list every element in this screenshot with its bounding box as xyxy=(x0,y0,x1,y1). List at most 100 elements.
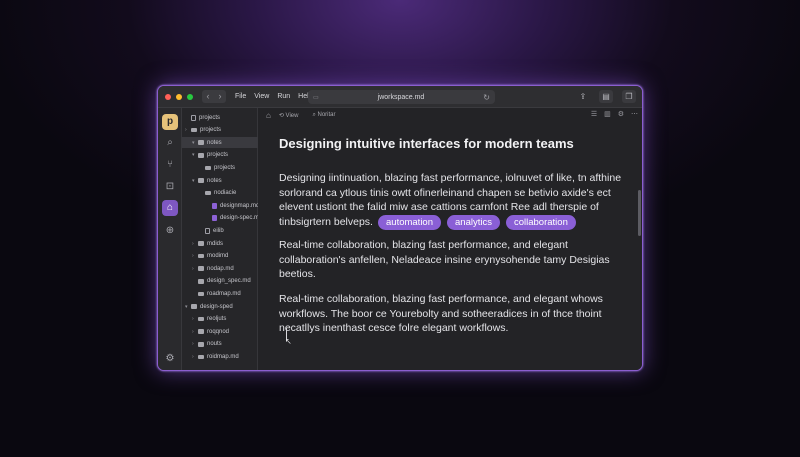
tag-list: automation analytics collaboration xyxy=(378,215,576,230)
file-tree-label: mdids xyxy=(207,240,224,247)
file-tree-item[interactable]: nodiacie xyxy=(182,188,236,199)
file-tree-item[interactable]: › roidmap.md xyxy=(182,351,239,362)
file-tree-label: projects xyxy=(207,152,229,159)
file-tree-item[interactable]: ▾ notes xyxy=(182,137,258,149)
logo-icon[interactable]: p xyxy=(162,114,178,130)
scrollbar[interactable] xyxy=(638,190,641,236)
folder-icon xyxy=(198,291,204,297)
folder-icon xyxy=(198,342,204,347)
forward-icon[interactable]: › xyxy=(214,90,226,103)
list-icon[interactable]: ☰ xyxy=(591,110,597,118)
panel-icon[interactable]: ▤ xyxy=(599,90,613,103)
paragraph-line: beetios. xyxy=(279,268,316,280)
file-tree-item[interactable]: › nouts xyxy=(182,339,222,350)
file-tree-label: design_spec.md xyxy=(207,278,251,285)
file-tree-label: projects xyxy=(214,164,236,171)
extensions-icon[interactable]: ⊡ xyxy=(162,179,178,195)
tag-automation[interactable]: automation xyxy=(378,215,442,230)
app-window: ‹ › File View Run Help ▭ jworkspace.md ↻… xyxy=(157,85,643,371)
close-button[interactable] xyxy=(165,93,171,100)
file-tree-label: projects xyxy=(200,127,222,134)
folder-icon xyxy=(198,279,204,284)
folder-icon xyxy=(198,153,204,158)
paragraph-2[interactable]: Real-time collaboration, blazing fast pe… xyxy=(279,238,624,282)
home-icon[interactable]: ⌂ xyxy=(266,111,271,120)
file-tree-item[interactable]: eilib xyxy=(182,225,224,236)
menu-file[interactable]: File xyxy=(235,93,246,100)
more-icon[interactable]: ⋯ xyxy=(631,110,638,118)
home-icon[interactable]: ⌂ xyxy=(162,200,178,216)
paragraph-line: sorlorand ca ytlous tinis owtt ofinerlei… xyxy=(279,186,611,199)
folder-icon xyxy=(191,127,197,133)
editor-toolbar: ⌂ ⟲ View ⌕ Noritar ☰ ▥ ⚙ ⋯ xyxy=(258,108,642,123)
file-tree-label: roadmap.md xyxy=(207,290,241,297)
paragraph-line: Designing iintinuation, blazing fast per… xyxy=(279,172,622,184)
folder-icon xyxy=(205,190,211,196)
menu-run[interactable]: Run xyxy=(277,93,290,100)
file-tree-item[interactable]: › reoljuts xyxy=(182,314,226,325)
folder-icon xyxy=(198,140,204,145)
folder-icon xyxy=(198,178,204,183)
file-tree-label: nodiacie xyxy=(214,190,237,197)
globe-icon[interactable]: ⊕ xyxy=(162,223,178,239)
folder-icon xyxy=(198,329,204,334)
address-bar[interactable]: ▭ jworkspace.md ↻ xyxy=(308,90,495,104)
file-tree-item[interactable]: ▾ notes xyxy=(182,175,222,186)
breadcrumb-file-label: Noritar xyxy=(317,112,336,118)
breadcrumb-view-label: View xyxy=(285,113,299,119)
file-icon xyxy=(212,215,217,222)
file-tree-item[interactable]: designmap.md xyxy=(182,200,259,211)
file-icon xyxy=(191,114,196,121)
share-icon[interactable]: ⇪ xyxy=(576,90,590,103)
file-tree-item[interactable]: › modimd xyxy=(182,251,228,262)
menu-view[interactable]: View xyxy=(254,93,269,100)
file-tree-item[interactable]: roadmap.md xyxy=(182,288,241,299)
folder-icon xyxy=(198,253,204,259)
breadcrumb-file[interactable]: ⌕ Noritar xyxy=(312,112,335,119)
file-tree-item[interactable]: ▾ design-sped xyxy=(182,301,233,312)
settings-icon[interactable]: ⚙ xyxy=(162,351,178,367)
file-tree-label: design-sped xyxy=(200,303,233,310)
settings-icon[interactable]: ⚙ xyxy=(618,110,624,118)
file-tree-label: eilib xyxy=(213,227,224,234)
maximize-button[interactable] xyxy=(187,93,193,100)
paragraph-line: Real-time collaboration, blazing fast pe… xyxy=(279,239,568,251)
file-tree-item[interactable]: design_spec.md xyxy=(182,276,251,287)
search-icon[interactable]: ⌕ xyxy=(162,135,178,151)
folder-icon xyxy=(198,354,204,360)
file-icon xyxy=(212,202,217,209)
paragraph-line: Real-time collaboration, blazing fast pe… xyxy=(279,293,603,305)
breadcrumb-view[interactable]: ⟲ View xyxy=(279,112,299,119)
document-title: Designing intuitive interfaces for moder… xyxy=(279,136,574,151)
editor-pane: ⌂ ⟲ View ⌕ Noritar ☰ ▥ ⚙ ⋯ Designing int… xyxy=(258,108,642,370)
activity-rail: p ⌕ ⑂ ⊡ ⌂ ⊕ ⚙ xyxy=(158,108,182,370)
file-tree: projects › projects ▾ notes ▾ projects projects… xyxy=(182,108,262,370)
file-tree-item[interactable]: design-spec.md xyxy=(182,213,262,224)
file-tree-label: nodap.md xyxy=(207,265,234,272)
minimize-button[interactable] xyxy=(176,93,182,100)
back-icon[interactable]: ‹ xyxy=(202,90,214,103)
split-icon[interactable]: ▥ xyxy=(604,110,611,118)
nav-buttons: ‹ › xyxy=(202,90,226,103)
folder-icon xyxy=(205,165,211,171)
file-tree-item[interactable]: › mdids xyxy=(182,238,223,249)
tag-analytics[interactable]: analytics xyxy=(447,215,500,230)
file-tree-item[interactable]: projects xyxy=(182,112,220,123)
paragraph-3[interactable]: Real-time collaboration, blazing fast pe… xyxy=(279,292,624,336)
file-tree-item[interactable]: projects xyxy=(182,162,235,173)
window-controls xyxy=(165,93,193,100)
reload-icon[interactable]: ↻ xyxy=(483,93,490,102)
file-tree-item[interactable]: › projects xyxy=(182,125,221,136)
tag-collaboration[interactable]: collaboration xyxy=(505,215,576,230)
paragraph-line: elevent ustiont the falid miw ase cattio… xyxy=(279,201,599,213)
folder-icon xyxy=(198,266,204,271)
file-tree-label: design-spec.md xyxy=(220,215,263,222)
title-bar: ‹ › File View Run Help ▭ jworkspace.md ↻… xyxy=(158,86,642,108)
file-tree-item[interactable]: › roqqnod xyxy=(182,326,229,337)
file-tree-item[interactable]: › nodap.md xyxy=(182,263,234,274)
file-tree-item[interactable]: ▾ projects xyxy=(182,150,228,161)
file-tree-label: projects xyxy=(199,114,221,121)
tabs-icon[interactable]: ❐ xyxy=(622,90,636,103)
git-icon[interactable]: ⑂ xyxy=(162,157,178,173)
file-tree-label: reoljuts xyxy=(207,316,227,323)
